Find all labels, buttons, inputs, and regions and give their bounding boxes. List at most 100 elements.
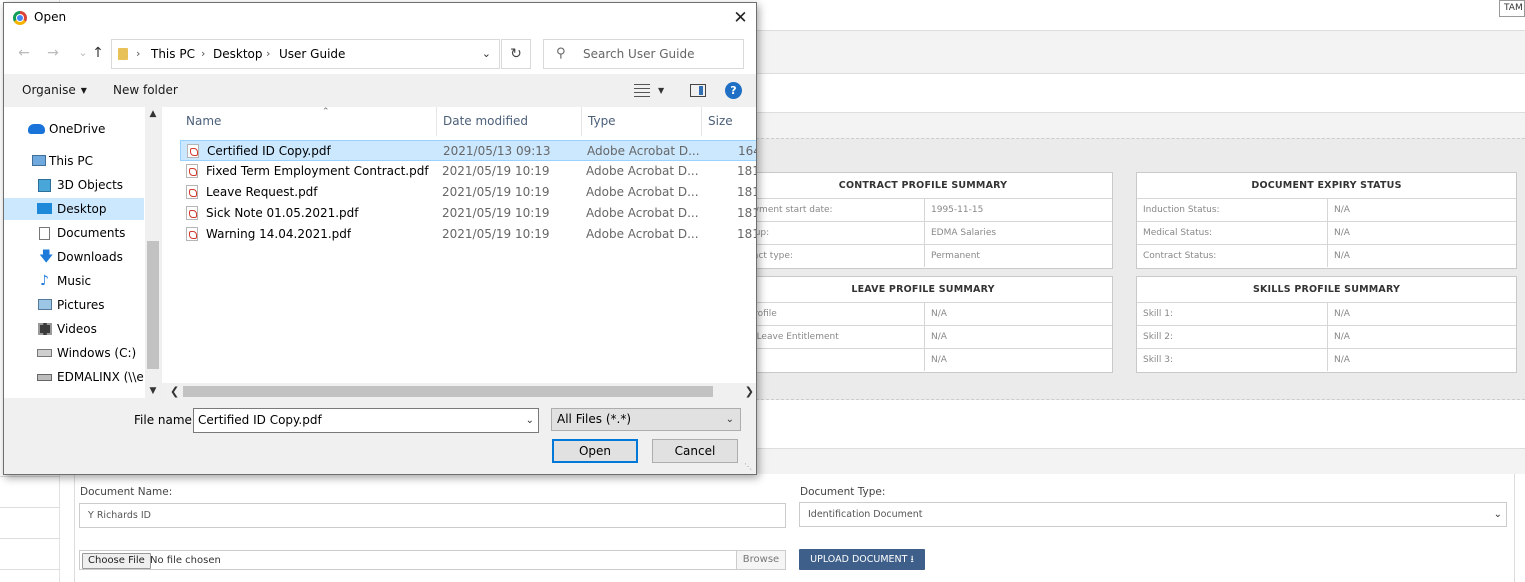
music-icon: ♪ <box>40 273 49 289</box>
nav-item-onedrive[interactable]: OneDrive <box>4 118 144 140</box>
scrollbar-thumb[interactable] <box>147 241 159 369</box>
chevron-down-icon[interactable]: ⌄ <box>482 40 491 68</box>
nav-item-downloads[interactable]: 🡇 Downloads <box>4 246 144 268</box>
file-type: Adobe Acrobat D... <box>586 164 698 178</box>
help-icon[interactable]: ? <box>725 82 742 99</box>
leave-profile-summary: LEAVE PROFILE SUMMARY e profile N/A ual L… <box>733 276 1113 373</box>
summary-title: CONTRACT PROFILE SUMMARY <box>734 173 1112 199</box>
browse-button[interactable]: Browse <box>736 551 785 569</box>
scroll-left-icon[interactable]: ❮ <box>170 383 179 398</box>
search-placeholder: Search User Guide <box>583 47 695 61</box>
nav-item-3d-objects[interactable]: 3D Objects <box>4 174 144 196</box>
view-options-icon[interactable] <box>634 84 650 97</box>
nav-item-documents[interactable]: Documents <box>4 222 144 244</box>
file-type-value: All Files (*.*) <box>557 412 632 426</box>
breadcrumb-separator-icon: › <box>201 47 206 60</box>
file-date: 2021/05/19 10:19 <box>442 227 550 241</box>
caret-down-icon[interactable]: ▼ <box>658 74 664 107</box>
open-button[interactable]: Open <box>552 439 638 463</box>
file-row[interactable]: Leave Request.pdf 2021/05/19 10:19 Adobe… <box>180 182 756 203</box>
caret-down-icon: ▼ <box>80 86 87 95</box>
column-header-name[interactable]: Name ⌃ <box>180 107 437 136</box>
scroll-right-icon[interactable]: ❯ <box>745 383 754 398</box>
file-date: 2021/05/13 09:13 <box>443 144 551 158</box>
upload-document-button[interactable]: UPLOAD DOCUMENT ⭳ <box>799 549 925 570</box>
file-type-select[interactable]: All Files (*.*) ⌄ <box>551 408 741 431</box>
breadcrumb-user-guide[interactable]: User Guide <box>279 40 345 68</box>
file-name: Leave Request.pdf <box>206 185 318 199</box>
back-arrow-icon[interactable]: ← <box>14 43 34 63</box>
documents-icon <box>39 227 50 240</box>
file-row[interactable]: Sick Note 01.05.2021.pdf 2021/05/19 10:1… <box>180 203 756 224</box>
column-header-size[interactable]: Size <box>702 107 756 136</box>
pdf-file-icon <box>186 227 198 241</box>
refresh-icon[interactable]: ↻ <box>501 39 531 69</box>
new-folder-button[interactable]: New folder <box>113 74 178 107</box>
chevron-down-icon[interactable]: ⌄ <box>526 409 534 432</box>
search-box[interactable]: ⚲ Search User Guide <box>543 39 744 69</box>
nav-scrollbar[interactable]: ▲ ▼ <box>145 107 161 398</box>
column-header-type[interactable]: Type <box>582 107 702 136</box>
document-type-select[interactable]: Identification Document ⌄ <box>799 502 1507 527</box>
file-name-label: File name: <box>134 413 196 427</box>
file-chooser[interactable]: Choose File No file chosen Browse <box>79 550 786 570</box>
choose-file-button[interactable]: Choose File <box>82 553 151 569</box>
scroll-down-icon[interactable]: ▼ <box>145 386 161 396</box>
resize-grip-icon[interactable]: ⋱ <box>744 462 754 472</box>
file-row[interactable]: Warning 14.04.2021.pdf 2021/05/19 10:19 … <box>180 224 756 245</box>
address-row: ← → ⌄ ↑ › This PC › Desktop › User Guide… <box>4 34 756 74</box>
cancel-button[interactable]: Cancel <box>652 439 738 463</box>
address-bar[interactable]: › This PC › Desktop › User Guide ⌄ <box>111 39 500 69</box>
column-header-date[interactable]: Date modified <box>437 107 582 136</box>
file-row[interactable]: Certified ID Copy.pdf 2021/05/13 09:13 A… <box>180 140 756 161</box>
skills-profile-summary: SKILLS PROFILE SUMMARY Skill 1: N/A Skill… <box>1136 276 1517 373</box>
dialog-title-bar: Open ✕ <box>4 3 756 34</box>
file-date: 2021/05/19 10:19 <box>442 206 550 220</box>
nav-item-this-pc[interactable]: This PC <box>4 150 144 172</box>
dialog-toolbar: Organise ▼ New folder ▼ ? <box>4 74 756 107</box>
chevron-down-icon: ⌄ <box>1493 509 1502 520</box>
top-right-button[interactable]: TAM <box>1499 0 1525 17</box>
file-type: Adobe Acrobat D... <box>586 185 698 199</box>
summary-title: SKILLS PROFILE SUMMARY <box>1137 277 1516 303</box>
navigation-pane: OneDrive This PC 3D Objects Desktop Docu… <box>4 107 161 398</box>
up-arrow-icon[interactable]: ↑ <box>88 43 108 63</box>
summary-row: ntract type: Permanent <box>734 245 1112 268</box>
scroll-up-icon[interactable]: ▲ <box>145 109 161 119</box>
document-type-value: Identification Document <box>808 509 923 520</box>
pdf-file-icon <box>187 144 199 158</box>
nav-item-windows-c[interactable]: Windows (C:) <box>4 342 144 364</box>
summary-row: Skill 2: N/A <box>1137 326 1516 349</box>
document-type-label: Document Type: <box>800 486 886 498</box>
scrollbar-thumb[interactable] <box>183 386 713 397</box>
nav-item-edmalinx[interactable]: EDMALINX (\\ec <box>4 366 144 388</box>
search-icon: ⚲ <box>556 46 566 61</box>
forward-arrow-icon[interactable]: → <box>43 43 63 63</box>
preview-pane-icon[interactable] <box>690 84 706 97</box>
upload-label: UPLOAD DOCUMENT <box>810 554 908 565</box>
pdf-file-icon <box>186 206 198 220</box>
summary-row: group:EDMA Salaries <box>734 222 1112 245</box>
breadcrumb-desktop[interactable]: Desktop <box>213 40 263 68</box>
file-row[interactable]: Fixed Term Employment Contract.pdf 2021/… <box>180 161 756 182</box>
pictures-icon <box>38 299 52 310</box>
summary-row: ployment start date: 1995-11-15 <box>734 199 1112 222</box>
close-icon[interactable]: ✕ <box>725 3 756 34</box>
file-name-input[interactable]: Certified ID Copy.pdf ⌄ <box>193 408 539 433</box>
nav-item-pictures[interactable]: Pictures <box>4 294 144 316</box>
nav-item-videos[interactable]: Videos <box>4 318 144 340</box>
file-name: Warning 14.04.2021.pdf <box>206 227 352 241</box>
file-date: 2021/05/19 10:19 <box>442 185 550 199</box>
horizontal-scrollbar[interactable]: ❮ ❯ <box>162 383 756 398</box>
nav-item-desktop[interactable]: Desktop <box>4 198 144 220</box>
nav-item-music[interactable]: ♪ Music <box>4 270 144 292</box>
contract-profile-summary: CONTRACT PROFILE SUMMARY ployment start … <box>733 172 1113 269</box>
file-size: 181 <box>737 206 756 220</box>
breadcrumb-this-pc[interactable]: This PC <box>151 40 195 68</box>
organise-menu[interactable]: Organise ▼ <box>22 74 87 107</box>
document-expiry-status: DOCUMENT EXPIRY STATUS Induction Status:… <box>1136 172 1517 269</box>
document-name-input[interactable]: Y Richards ID <box>79 503 786 528</box>
file-name-value: Certified ID Copy.pdf <box>198 413 322 427</box>
network-drive-icon <box>37 374 52 381</box>
videos-icon <box>38 323 52 335</box>
